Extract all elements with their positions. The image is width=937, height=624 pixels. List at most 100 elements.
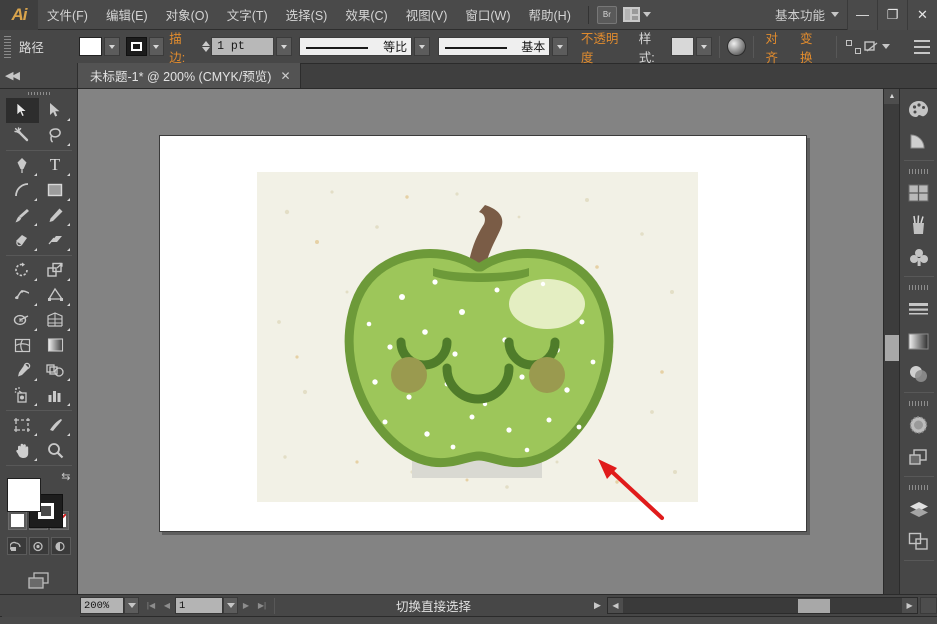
- pen-tool[interactable]: [6, 153, 39, 178]
- width-tool[interactable]: [6, 283, 39, 308]
- arrange-documents-button[interactable]: [617, 7, 657, 22]
- control-panel-menu-icon[interactable]: [912, 37, 931, 56]
- panel-graphic-styles[interactable]: [900, 441, 937, 473]
- graphic-style-swatch[interactable]: [671, 37, 695, 56]
- isolate-selected-object-icon[interactable]: [844, 37, 863, 56]
- horizontal-scrollbar[interactable]: ◀ ▶: [607, 597, 918, 614]
- menu-help[interactable]: 帮助(H): [520, 0, 580, 29]
- control-bar-grip[interactable]: [4, 36, 11, 58]
- artboard[interactable]: [159, 135, 807, 532]
- horizontal-scroll-thumb[interactable]: [798, 599, 830, 613]
- menu-view[interactable]: 视图(V): [397, 0, 457, 29]
- eraser-tool[interactable]: [39, 228, 72, 253]
- chevron-down-icon[interactable]: [882, 44, 890, 49]
- shape-builder-tool[interactable]: [6, 308, 39, 333]
- panel-stroke[interactable]: [900, 293, 937, 325]
- artboard-number-dropdown[interactable]: [223, 597, 238, 614]
- stroke-weight-input[interactable]: 1 pt: [211, 37, 274, 56]
- canvas-area[interactable]: ▲: [78, 89, 899, 594]
- blob-brush-tool[interactable]: [6, 228, 39, 253]
- free-transform-tool[interactable]: [39, 283, 72, 308]
- paintbrush-tool[interactable]: [6, 203, 39, 228]
- panel-gradient[interactable]: [900, 325, 937, 357]
- zoom-level-dropdown[interactable]: [124, 597, 139, 614]
- color-fill-button[interactable]: [8, 511, 27, 530]
- direct-selection-tool[interactable]: [39, 98, 72, 123]
- rectangle-tool[interactable]: [39, 178, 72, 203]
- close-icon[interactable]: ✕: [280, 69, 290, 83]
- stroke-weight-dropdown[interactable]: [276, 37, 292, 56]
- close-button[interactable]: ✕: [907, 0, 937, 30]
- scroll-up-button[interactable]: ▲: [884, 89, 899, 104]
- slice-tool[interactable]: [39, 413, 72, 438]
- minimize-button[interactable]: —: [847, 0, 877, 30]
- menu-object[interactable]: 对象(O): [157, 0, 218, 29]
- swap-fill-stroke-icon[interactable]: ⇆: [61, 470, 70, 483]
- bridge-icon[interactable]: Br: [597, 6, 617, 24]
- mesh-tool[interactable]: [6, 333, 39, 358]
- previous-artboard-button[interactable]: ◀: [159, 597, 175, 614]
- dock-group-grip[interactable]: [909, 169, 929, 174]
- stroke-weight-label[interactable]: 描边:: [164, 28, 202, 66]
- stroke-profile-select[interactable]: 等比: [299, 37, 412, 56]
- fill-color-swatch[interactable]: [79, 37, 103, 56]
- first-artboard-button[interactable]: |◀: [143, 597, 159, 614]
- symbol-sprayer-tool[interactable]: [6, 383, 39, 408]
- brush-definition-select[interactable]: 基本: [438, 37, 551, 56]
- menu-effect[interactable]: 效果(C): [336, 0, 396, 29]
- fill-swatch-dropdown[interactable]: [104, 37, 120, 56]
- menu-type[interactable]: 文字(T): [218, 0, 277, 29]
- gradient-tool[interactable]: [39, 333, 72, 358]
- lasso-tool[interactable]: [39, 123, 72, 148]
- panel-artboards[interactable]: [900, 525, 937, 557]
- tools-panel-grip[interactable]: [28, 92, 50, 95]
- stroke-profile-dropdown[interactable]: [414, 37, 430, 56]
- full-screen-with-menu-button[interactable]: [29, 537, 49, 555]
- maximize-button[interactable]: ❐: [877, 0, 907, 30]
- pencil-tool[interactable]: [39, 203, 72, 228]
- draw-behind-icon[interactable]: [863, 37, 882, 56]
- normal-screen-mode-button[interactable]: [7, 537, 27, 555]
- stroke-swatch-dropdown[interactable]: [149, 37, 165, 56]
- artboard-number-input[interactable]: 1: [175, 597, 223, 614]
- opacity-label[interactable]: 不透明度: [576, 28, 635, 66]
- workspace-switcher[interactable]: 基本功能: [775, 5, 847, 24]
- brush-definition-dropdown[interactable]: [552, 37, 568, 56]
- type-tool[interactable]: T: [39, 153, 72, 178]
- align-button[interactable]: 对齐: [761, 28, 795, 66]
- dock-group-grip[interactable]: [909, 401, 929, 406]
- column-graph-tool[interactable]: [39, 383, 72, 408]
- resize-corner[interactable]: [920, 597, 937, 614]
- transform-button[interactable]: 变换: [795, 28, 829, 66]
- stroke-color-swatch[interactable]: [126, 37, 147, 56]
- line-segment-tool[interactable]: [6, 178, 39, 203]
- recolor-artwork-icon[interactable]: [727, 37, 746, 56]
- last-artboard-button[interactable]: ▶|: [254, 597, 270, 614]
- rotate-tool[interactable]: [6, 258, 39, 283]
- next-artboard-button[interactable]: ▶: [238, 597, 254, 614]
- scale-tool[interactable]: [39, 258, 72, 283]
- scroll-right-button[interactable]: ▶: [902, 598, 917, 613]
- full-screen-mode-button[interactable]: [51, 537, 71, 555]
- zoom-tool[interactable]: [39, 438, 72, 463]
- magic-wand-tool[interactable]: [6, 123, 39, 148]
- menu-window[interactable]: 窗口(W): [456, 0, 519, 29]
- artboard-tool[interactable]: [6, 413, 39, 438]
- zoom-level-input[interactable]: 200%: [80, 597, 124, 614]
- menu-select[interactable]: 选择(S): [277, 0, 337, 29]
- scroll-left-button[interactable]: ◀: [608, 598, 623, 613]
- panel-transparency[interactable]: [900, 357, 937, 389]
- graphic-style-dropdown[interactable]: [696, 37, 712, 56]
- dock-group-grip[interactable]: [909, 485, 929, 490]
- panel-symbols[interactable]: [900, 241, 937, 273]
- fill-color-box[interactable]: [7, 478, 41, 512]
- panel-layers[interactable]: [900, 493, 937, 525]
- vertical-scroll-thumb[interactable]: [885, 335, 899, 361]
- panel-color-guide[interactable]: [900, 125, 937, 157]
- hand-tool[interactable]: [6, 438, 39, 463]
- selection-tool[interactable]: [6, 98, 39, 123]
- perspective-grid-tool[interactable]: [39, 308, 72, 333]
- canvas-vertical-scrollbar[interactable]: ▲: [883, 89, 899, 594]
- stroke-weight-stepper[interactable]: [202, 41, 210, 52]
- dock-group-grip[interactable]: [909, 285, 929, 290]
